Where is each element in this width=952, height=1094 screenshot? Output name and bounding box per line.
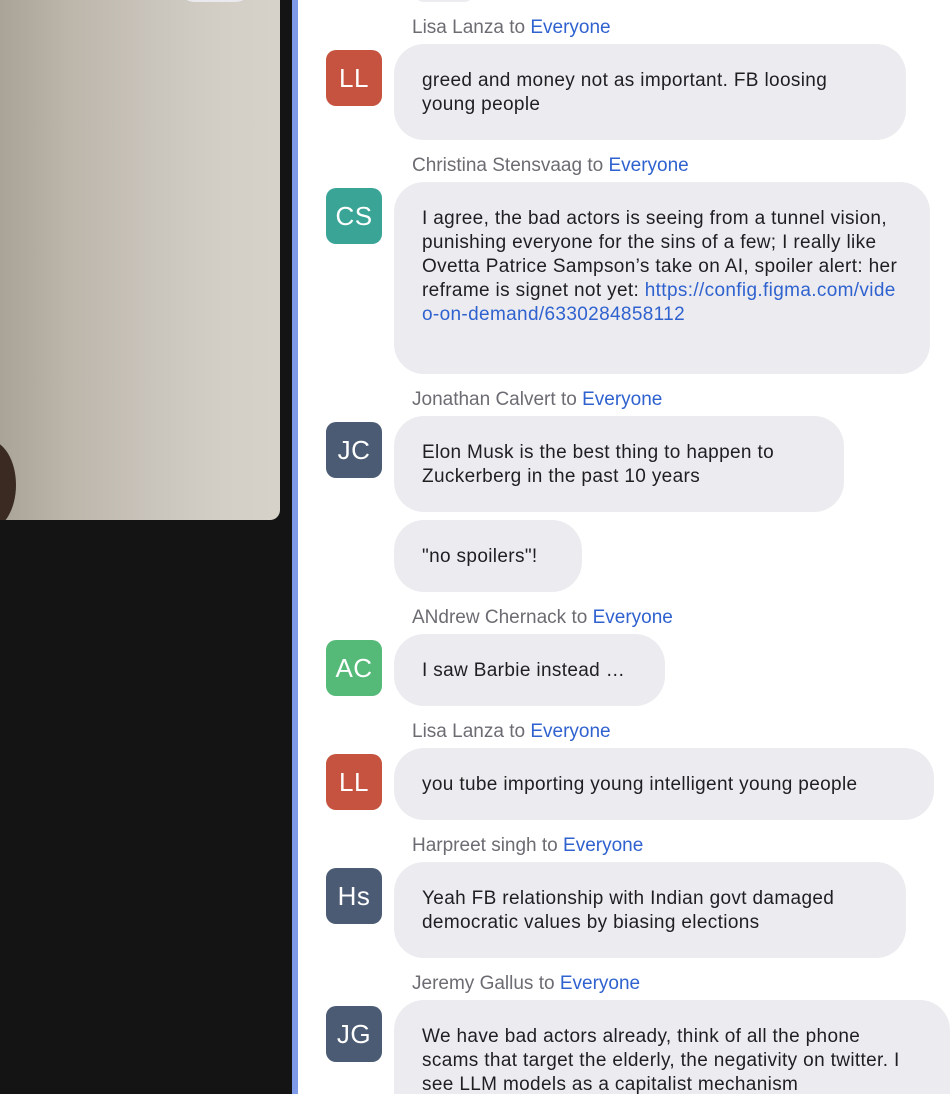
message-sender-line: Jeremy Gallus to Everyone	[412, 972, 640, 996]
to-label: to	[541, 835, 558, 856]
message-sender-line: Lisa Lanza to Everyone	[412, 720, 611, 744]
message-bubble[interactable]: Elon Musk is the best thing to happen to…	[394, 416, 844, 512]
message-bubble[interactable]: greed and money not as important. FB loo…	[394, 44, 906, 140]
to-label: to	[587, 155, 604, 176]
sender-name: Harpreet singh	[412, 835, 537, 856]
recipient-link[interactable]: Everyone	[530, 17, 610, 38]
message-sender-line: Lisa Lanza to Everyone	[412, 16, 611, 40]
message-bubble[interactable]: I agree, the bad actors is seeing from a…	[394, 182, 930, 374]
recipient-link[interactable]: Everyone	[530, 721, 610, 742]
sender-name: Jeremy Gallus	[412, 973, 534, 994]
participant-silhouette	[0, 440, 16, 520]
recipient-link[interactable]: Everyone	[608, 155, 688, 176]
message-sender-line: ANdrew Chernack to Everyone	[412, 606, 673, 630]
message-bubble[interactable]: I saw Barbie instead …	[394, 634, 665, 706]
avatar[interactable]: CS	[326, 188, 382, 244]
recipient-link[interactable]: Everyone	[560, 973, 640, 994]
avatar[interactable]: JG	[326, 1006, 382, 1062]
to-label: to	[560, 389, 577, 410]
to-label: to	[509, 17, 526, 38]
participant-video-tile[interactable]	[0, 0, 280, 520]
avatar[interactable]: LL	[326, 754, 382, 810]
recipient-link[interactable]: Everyone	[593, 607, 673, 628]
message-bubble[interactable]: Yeah FB relationship with Indian govt da…	[394, 862, 906, 958]
to-label: to	[509, 721, 526, 742]
recipient-link[interactable]: Everyone	[582, 389, 662, 410]
previous-message-bubble	[414, 0, 474, 2]
to-label: to	[571, 607, 588, 628]
avatar[interactable]: Hs	[326, 868, 382, 924]
sender-name: Christina Stensvaag	[412, 155, 583, 176]
message-bubble[interactable]: you tube importing young intelligent you…	[394, 748, 934, 820]
sender-name: Lisa Lanza	[412, 17, 504, 38]
message-sender-line: Jonathan Calvert to Everyone	[412, 388, 662, 412]
avatar[interactable]: LL	[326, 50, 382, 106]
sender-name: ANdrew Chernack	[412, 607, 567, 628]
avatar[interactable]: JC	[326, 422, 382, 478]
message-bubble[interactable]: We have bad actors already, think of all…	[394, 1000, 950, 1094]
chat-panel: Lisa Lanza to Everyone LL greed and mone…	[298, 0, 952, 1094]
to-label: to	[538, 973, 555, 994]
video-overlay-control	[180, 0, 250, 2]
message-bubble[interactable]: "no spoilers"!	[394, 520, 582, 592]
recipient-link[interactable]: Everyone	[563, 835, 643, 856]
avatar[interactable]: AC	[326, 640, 382, 696]
message-sender-line: Christina Stensvaag to Everyone	[412, 154, 689, 178]
sender-name: Jonathan Calvert	[412, 389, 556, 410]
message-sender-line: Harpreet singh to Everyone	[412, 834, 643, 858]
sender-name: Lisa Lanza	[412, 721, 504, 742]
